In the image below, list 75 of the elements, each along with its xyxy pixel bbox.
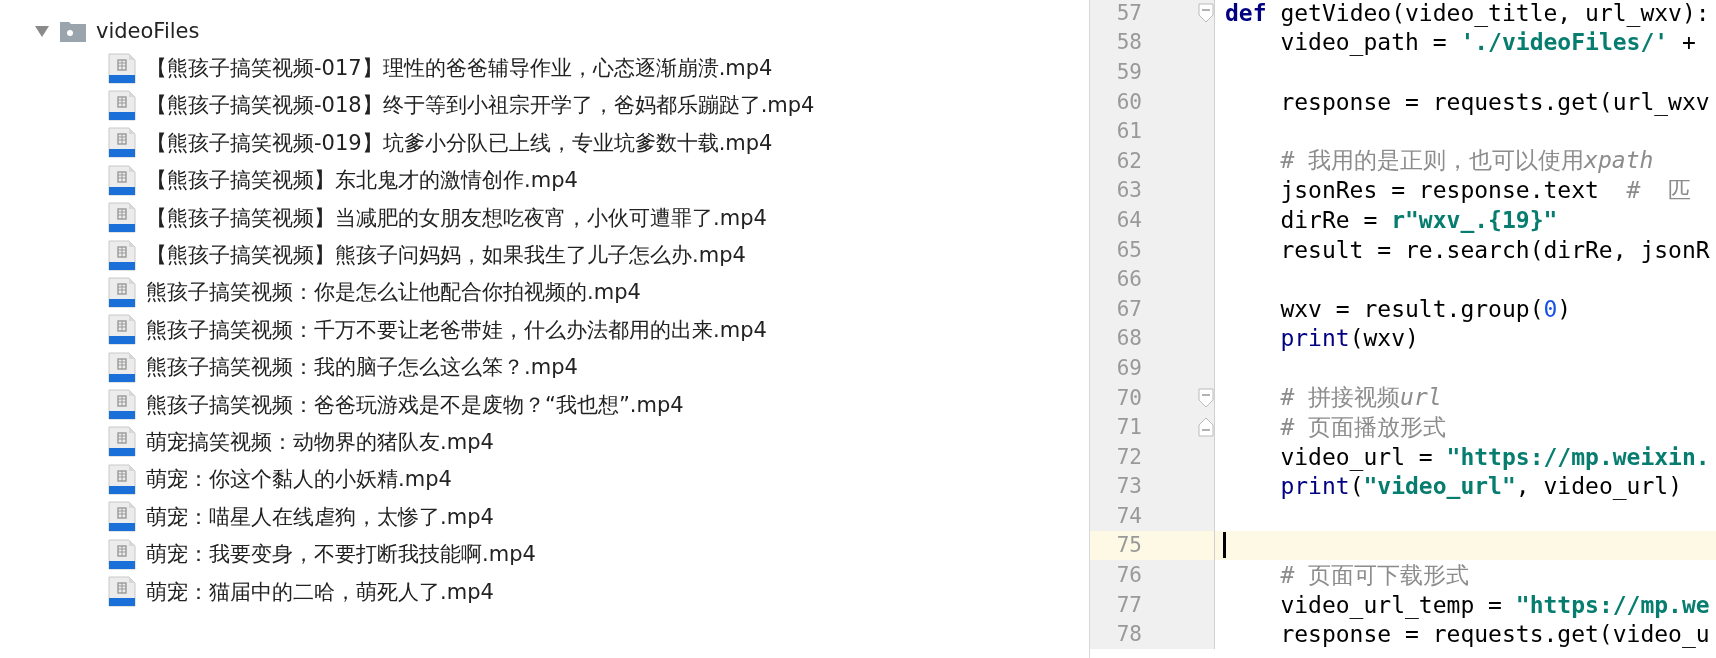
line-number: 74 xyxy=(1115,503,1142,528)
video-file-icon xyxy=(108,576,136,608)
file-name[interactable]: 熊孩子搞笑视频：爸爸玩游戏是不是废物？“我也想”.mp4 xyxy=(146,390,684,419)
line-number: 61 xyxy=(1115,119,1142,144)
file-name[interactable]: 萌宠：猫届中的二哈，萌死人了.mp4 xyxy=(146,577,494,606)
code-line: response = requests.get(url_wxv xyxy=(1279,88,1710,115)
line-number: 62 xyxy=(1115,148,1142,173)
code-line: def getVideo(video_title, url_wxv): xyxy=(1225,0,1710,26)
line-number: 65 xyxy=(1115,237,1142,262)
fold-icon[interactable] xyxy=(1198,2,1214,23)
line-number: 76 xyxy=(1115,563,1142,588)
video-file-icon xyxy=(108,202,136,234)
code-line: # 页面可下载形式 xyxy=(1279,560,1470,590)
line-number: 77 xyxy=(1115,592,1142,617)
line-number: 66 xyxy=(1115,267,1142,292)
line-number: 70 xyxy=(1115,385,1142,410)
video-file-icon xyxy=(108,389,136,421)
video-file-icon xyxy=(108,351,136,383)
line-number: 67 xyxy=(1115,296,1142,321)
video-file-icon xyxy=(108,89,136,121)
fold-icon[interactable] xyxy=(1198,417,1214,438)
video-file-icon xyxy=(108,276,136,308)
code-line: jsonRes = response.text # 匹 xyxy=(1279,175,1692,205)
code-line: result = re.search(dirRe, jsonR xyxy=(1279,236,1710,263)
code-line: # 拼接视频url xyxy=(1279,383,1442,412)
code-line: wxv = result.group(0) xyxy=(1279,295,1572,322)
line-number: 68 xyxy=(1115,326,1142,351)
file-name[interactable]: 熊孩子搞笑视频：千万不要让老爸带娃，什么办法都用的出来.mp4 xyxy=(146,315,767,344)
video-file-icon xyxy=(108,239,136,271)
code-line: response = requests.get(video_u xyxy=(1279,621,1710,648)
video-file-icon xyxy=(108,164,136,196)
code-line: video_path = './videoFiles/' + xyxy=(1279,29,1696,56)
file-name[interactable]: 【熊孩子搞笑视频-017】理性的爸爸辅导作业，心态逐渐崩溃.mp4 xyxy=(146,54,773,83)
file-name[interactable]: 【熊孩子搞笑视频】东北鬼才的激情创作.mp4 xyxy=(146,166,578,195)
fold-icon[interactable] xyxy=(1198,387,1214,408)
line-number: 78 xyxy=(1115,622,1142,647)
video-file-icon xyxy=(108,538,136,570)
expanded-arrow-icon[interactable] xyxy=(34,23,50,38)
line-number: 59 xyxy=(1115,60,1142,84)
line-number: 63 xyxy=(1115,178,1142,203)
code-line: video_url = "https://mp.weixin. xyxy=(1279,443,1710,470)
video-file-icon xyxy=(108,463,136,495)
code-line: dirRe = r"wxv_.{19}" xyxy=(1279,206,1558,233)
file-name[interactable]: 【熊孩子搞笑视频-018】终于等到小祖宗开学了，爸妈都乐蹦跶了.mp4 xyxy=(146,91,815,120)
code-line: video_url_temp = "https://mp.we xyxy=(1279,591,1710,618)
file-name[interactable]: 萌宠搞笑视频：动物界的猪队友.mp4 xyxy=(146,428,494,456)
folder-name[interactable]: videoFiles xyxy=(96,18,200,43)
line-number: 72 xyxy=(1115,444,1142,469)
file-name[interactable]: 熊孩子搞笑视频：我的脑子怎么这么笨？.mp4 xyxy=(146,353,578,382)
line-number: 73 xyxy=(1115,474,1142,499)
video-file-icon xyxy=(108,52,136,84)
file-name[interactable]: 熊孩子搞笑视频：你是怎么让他配合你拍视频的.mp4 xyxy=(146,278,641,307)
code-line: # 页面播放形式 xyxy=(1279,412,1447,442)
line-number: 75 xyxy=(1115,533,1142,558)
code-line: print(wxv) xyxy=(1279,325,1419,352)
file-name[interactable]: 【熊孩子搞笑视频】当减肥的女朋友想吃夜宵，小伙可遭罪了.mp4 xyxy=(146,203,767,232)
file-name[interactable]: 萌宠：你这个黏人的小妖精.mp4 xyxy=(146,465,452,494)
line-number: 57 xyxy=(1115,0,1142,25)
line-number: 60 xyxy=(1115,89,1142,114)
file-name[interactable]: 萌宠：我要变身，不要打断我技能啊.mp4 xyxy=(146,540,536,569)
text-cursor xyxy=(1223,532,1226,559)
line-number: 58 xyxy=(1115,30,1142,55)
video-file-icon xyxy=(108,314,136,346)
file-name[interactable]: 萌宠：喵星人在线虐狗，太惨了.mp4 xyxy=(146,502,494,531)
video-file-icon xyxy=(108,127,136,159)
line-number: 64 xyxy=(1115,207,1142,232)
video-file-icon xyxy=(108,426,136,458)
code-line: print("video_url", video_url) xyxy=(1279,473,1682,500)
folder-icon xyxy=(60,19,86,42)
video-file-icon xyxy=(108,501,136,533)
code-line: # 我用的是正则，也可以使用xpath xyxy=(1279,146,1654,176)
file-name[interactable]: 【熊孩子搞笑视频-019】坑爹小分队已上线，专业坑爹数十载.mp4 xyxy=(146,128,773,157)
file-name[interactable]: 【熊孩子搞笑视频】熊孩子问妈妈，如果我生了儿子怎么办.mp4 xyxy=(146,241,746,270)
line-number: 71 xyxy=(1115,415,1142,440)
line-number: 69 xyxy=(1115,355,1142,380)
